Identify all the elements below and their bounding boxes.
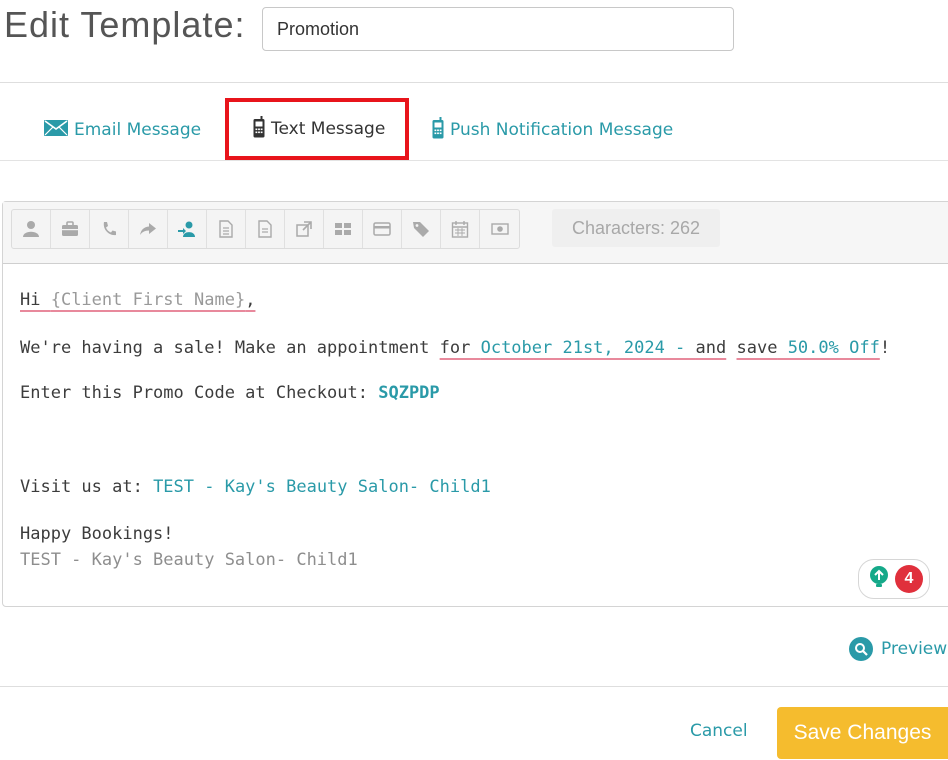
phone-icon[interactable]	[90, 210, 129, 248]
preview-label: Preview	[881, 639, 948, 659]
sale-text: We're having a sale! Make an appointment	[20, 338, 440, 358]
user-icon[interactable]	[12, 210, 51, 248]
sale-space	[726, 338, 736, 358]
visit-line: Visit us at: TEST - Kay's Beauty Salon- …	[20, 477, 491, 497]
sale-line: We're having a sale! Make an appointment…	[20, 338, 890, 358]
editor-toolbar: Characters: 262	[3, 202, 948, 264]
sign-off-text: Happy Bookings!	[20, 524, 174, 544]
greeting-line: Hi {Client First Name},	[20, 290, 255, 310]
page-header: Edit Template:	[0, 0, 948, 83]
signature-business-name: TEST - Kay's Beauty Salon- Child1	[20, 550, 358, 570]
preview-link[interactable]: Preview	[849, 637, 947, 661]
grammar-checker-widget[interactable]: 4	[858, 559, 930, 599]
insert-field-button-group	[11, 209, 520, 249]
character-count: Characters: 262	[552, 209, 720, 247]
mobile-phone-icon	[253, 115, 265, 143]
greeting-text: Hi	[20, 290, 51, 310]
promo-date: October 21st, 2024 -	[480, 338, 696, 358]
tab-text-message[interactable]: Text Message	[225, 98, 409, 160]
tag-icon[interactable]	[402, 210, 441, 248]
for-text: for	[439, 338, 481, 358]
promo-code: SQZPDP	[378, 383, 440, 403]
grammar-issue-count: 4	[895, 565, 923, 593]
client-first-name-placeholder: {Client First Name}	[50, 290, 246, 310]
save-text: save	[736, 338, 778, 358]
mobile-phone-icon	[432, 116, 444, 144]
assign-user-icon[interactable]	[168, 210, 207, 248]
document-lines-icon[interactable]	[246, 210, 285, 248]
briefcase-icon[interactable]	[51, 210, 90, 248]
visit-label: Visit us at:	[20, 477, 154, 497]
cash-icon[interactable]	[480, 210, 519, 248]
greeting-comma: ,	[245, 290, 256, 310]
tab-label: Text Message	[271, 119, 386, 139]
credit-card-icon[interactable]	[363, 210, 402, 248]
lightbulb-icon	[869, 566, 889, 592]
promo-code-line: Enter this Promo Code at Checkout: SQZPD…	[20, 383, 440, 403]
share-arrow-icon[interactable]	[129, 210, 168, 248]
footer-divider	[0, 686, 948, 687]
template-name-input[interactable]	[262, 7, 734, 51]
business-name-link: TEST - Kay's Beauty Salon- Child1	[153, 477, 491, 497]
calendar-icon[interactable]	[441, 210, 480, 248]
tab-push-notification-message[interactable]: Push Notification Message	[432, 100, 673, 160]
sign-off-line: Happy Bookings!	[20, 524, 174, 544]
discount-value: 50.0% Off	[777, 338, 880, 358]
document-icon[interactable]	[207, 210, 246, 248]
save-changes-button[interactable]: Save Changes	[777, 707, 948, 759]
envelope-icon	[44, 119, 68, 141]
sale-exclamation: !	[879, 338, 891, 358]
promo-code-label: Enter this Promo Code at Checkout:	[20, 383, 379, 403]
message-editor[interactable]: Characters: 262 Hi {Client First Name}, …	[2, 201, 948, 607]
page-title: Edit Template:	[4, 4, 246, 45]
search-icon	[849, 637, 873, 661]
grid-icon[interactable]	[324, 210, 363, 248]
message-type-tabs: Email Message Text Message Push Notifica…	[0, 98, 948, 161]
tab-label: Email Message	[74, 120, 202, 140]
tab-email-message[interactable]: Email Message	[44, 100, 201, 160]
tab-label: Push Notification Message	[450, 120, 674, 140]
and-text: and	[695, 338, 727, 358]
cancel-button[interactable]: Cancel	[690, 721, 748, 741]
external-link-icon[interactable]	[285, 210, 324, 248]
